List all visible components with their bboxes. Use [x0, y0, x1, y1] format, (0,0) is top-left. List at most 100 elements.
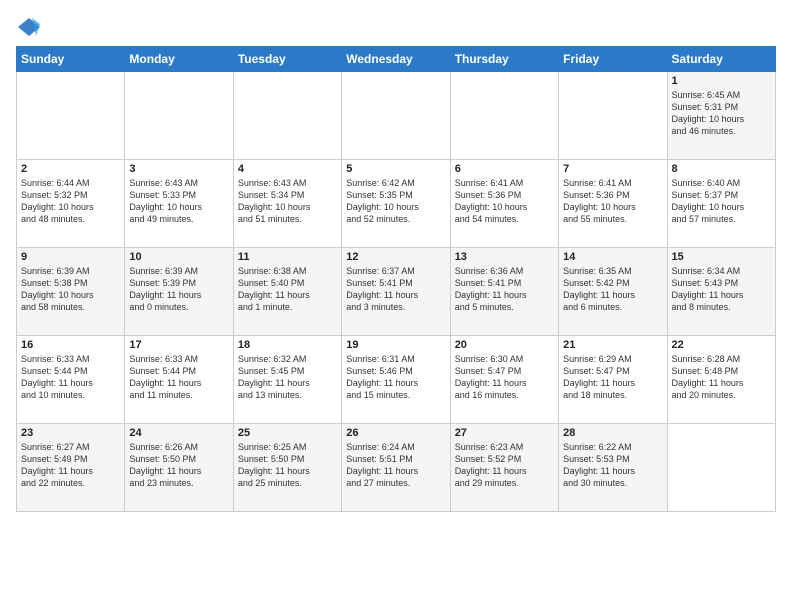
day-number: 26	[346, 427, 445, 439]
day-number: 19	[346, 339, 445, 351]
cell-content: Sunrise: 6:39 AM Sunset: 5:38 PM Dayligh…	[21, 265, 120, 314]
cell-content: Sunrise: 6:43 AM Sunset: 5:34 PM Dayligh…	[238, 177, 337, 226]
calendar-cell: 23 Sunrise: 6:27 AM Sunset: 5:49 PM Dayli…	[17, 424, 125, 512]
calendar-cell: 1 Sunrise: 6:45 AM Sunset: 5:31 PM Daylig…	[667, 72, 775, 160]
day-number: 7	[563, 163, 662, 175]
col-header-thursday: Thursday	[450, 47, 558, 72]
calendar-cell	[559, 72, 667, 160]
calendar-cell: 12 Sunrise: 6:37 AM Sunset: 5:41 PM Dayli…	[342, 248, 450, 336]
calendar-cell: 28 Sunrise: 6:22 AM Sunset: 5:53 PM Dayli…	[559, 424, 667, 512]
cell-content: Sunrise: 6:31 AM Sunset: 5:46 PM Dayligh…	[346, 353, 445, 402]
cell-content: Sunrise: 6:36 AM Sunset: 5:41 PM Dayligh…	[455, 265, 554, 314]
cell-content: Sunrise: 6:28 AM Sunset: 5:48 PM Dayligh…	[672, 353, 771, 402]
cell-content: Sunrise: 6:23 AM Sunset: 5:52 PM Dayligh…	[455, 441, 554, 490]
day-number: 9	[21, 251, 120, 263]
calendar-cell	[233, 72, 341, 160]
day-number: 3	[129, 163, 228, 175]
calendar-cell: 11 Sunrise: 6:38 AM Sunset: 5:40 PM Dayli…	[233, 248, 341, 336]
day-number: 4	[238, 163, 337, 175]
col-header-friday: Friday	[559, 47, 667, 72]
day-number: 23	[21, 427, 120, 439]
day-number: 28	[563, 427, 662, 439]
day-number: 13	[455, 251, 554, 263]
day-number: 25	[238, 427, 337, 439]
cell-content: Sunrise: 6:27 AM Sunset: 5:49 PM Dayligh…	[21, 441, 120, 490]
day-number: 8	[672, 163, 771, 175]
logo-icon	[18, 16, 40, 38]
calendar-cell: 15 Sunrise: 6:34 AM Sunset: 5:43 PM Dayli…	[667, 248, 775, 336]
calendar-cell: 21 Sunrise: 6:29 AM Sunset: 5:47 PM Dayli…	[559, 336, 667, 424]
cell-content: Sunrise: 6:42 AM Sunset: 5:35 PM Dayligh…	[346, 177, 445, 226]
calendar-cell: 9 Sunrise: 6:39 AM Sunset: 5:38 PM Daylig…	[17, 248, 125, 336]
day-number: 24	[129, 427, 228, 439]
cell-content: Sunrise: 6:29 AM Sunset: 5:47 PM Dayligh…	[563, 353, 662, 402]
calendar-cell	[667, 424, 775, 512]
col-header-wednesday: Wednesday	[342, 47, 450, 72]
day-number: 17	[129, 339, 228, 351]
day-number: 10	[129, 251, 228, 263]
calendar-header-row: SundayMondayTuesdayWednesdayThursdayFrid…	[17, 47, 776, 72]
calendar-cell: 18 Sunrise: 6:32 AM Sunset: 5:45 PM Dayli…	[233, 336, 341, 424]
day-number: 16	[21, 339, 120, 351]
cell-content: Sunrise: 6:32 AM Sunset: 5:45 PM Dayligh…	[238, 353, 337, 402]
cell-content: Sunrise: 6:30 AM Sunset: 5:47 PM Dayligh…	[455, 353, 554, 402]
cell-content: Sunrise: 6:35 AM Sunset: 5:42 PM Dayligh…	[563, 265, 662, 314]
cell-content: Sunrise: 6:24 AM Sunset: 5:51 PM Dayligh…	[346, 441, 445, 490]
day-number: 21	[563, 339, 662, 351]
col-header-saturday: Saturday	[667, 47, 775, 72]
page: SundayMondayTuesdayWednesdayThursdayFrid…	[0, 0, 792, 612]
day-number: 2	[21, 163, 120, 175]
calendar-cell: 17 Sunrise: 6:33 AM Sunset: 5:44 PM Dayli…	[125, 336, 233, 424]
calendar-cell: 14 Sunrise: 6:35 AM Sunset: 5:42 PM Dayli…	[559, 248, 667, 336]
cell-content: Sunrise: 6:44 AM Sunset: 5:32 PM Dayligh…	[21, 177, 120, 226]
day-number: 22	[672, 339, 771, 351]
calendar-cell: 2 Sunrise: 6:44 AM Sunset: 5:32 PM Daylig…	[17, 160, 125, 248]
col-header-tuesday: Tuesday	[233, 47, 341, 72]
cell-content: Sunrise: 6:43 AM Sunset: 5:33 PM Dayligh…	[129, 177, 228, 226]
calendar-cell: 4 Sunrise: 6:43 AM Sunset: 5:34 PM Daylig…	[233, 160, 341, 248]
calendar-cell	[342, 72, 450, 160]
day-number: 11	[238, 251, 337, 263]
week-row-3: 16 Sunrise: 6:33 AM Sunset: 5:44 PM Dayli…	[17, 336, 776, 424]
calendar-cell	[125, 72, 233, 160]
calendar-cell	[450, 72, 558, 160]
day-number: 5	[346, 163, 445, 175]
header	[16, 16, 776, 38]
week-row-1: 2 Sunrise: 6:44 AM Sunset: 5:32 PM Daylig…	[17, 160, 776, 248]
calendar-cell: 25 Sunrise: 6:25 AM Sunset: 5:50 PM Dayli…	[233, 424, 341, 512]
cell-content: Sunrise: 6:37 AM Sunset: 5:41 PM Dayligh…	[346, 265, 445, 314]
cell-content: Sunrise: 6:45 AM Sunset: 5:31 PM Dayligh…	[672, 89, 771, 138]
day-number: 20	[455, 339, 554, 351]
cell-content: Sunrise: 6:26 AM Sunset: 5:50 PM Dayligh…	[129, 441, 228, 490]
logo	[16, 16, 40, 38]
week-row-2: 9 Sunrise: 6:39 AM Sunset: 5:38 PM Daylig…	[17, 248, 776, 336]
calendar-cell: 20 Sunrise: 6:30 AM Sunset: 5:47 PM Dayli…	[450, 336, 558, 424]
day-number: 15	[672, 251, 771, 263]
cell-content: Sunrise: 6:38 AM Sunset: 5:40 PM Dayligh…	[238, 265, 337, 314]
day-number: 12	[346, 251, 445, 263]
calendar-cell: 3 Sunrise: 6:43 AM Sunset: 5:33 PM Daylig…	[125, 160, 233, 248]
calendar-cell: 27 Sunrise: 6:23 AM Sunset: 5:52 PM Dayli…	[450, 424, 558, 512]
cell-content: Sunrise: 6:41 AM Sunset: 5:36 PM Dayligh…	[455, 177, 554, 226]
calendar-cell: 22 Sunrise: 6:28 AM Sunset: 5:48 PM Dayli…	[667, 336, 775, 424]
calendar-cell: 7 Sunrise: 6:41 AM Sunset: 5:36 PM Daylig…	[559, 160, 667, 248]
calendar-cell: 5 Sunrise: 6:42 AM Sunset: 5:35 PM Daylig…	[342, 160, 450, 248]
day-number: 14	[563, 251, 662, 263]
cell-content: Sunrise: 6:22 AM Sunset: 5:53 PM Dayligh…	[563, 441, 662, 490]
calendar-cell: 24 Sunrise: 6:26 AM Sunset: 5:50 PM Dayli…	[125, 424, 233, 512]
day-number: 27	[455, 427, 554, 439]
cell-content: Sunrise: 6:40 AM Sunset: 5:37 PM Dayligh…	[672, 177, 771, 226]
day-number: 6	[455, 163, 554, 175]
cell-content: Sunrise: 6:25 AM Sunset: 5:50 PM Dayligh…	[238, 441, 337, 490]
calendar: SundayMondayTuesdayWednesdayThursdayFrid…	[16, 46, 776, 512]
calendar-cell: 8 Sunrise: 6:40 AM Sunset: 5:37 PM Daylig…	[667, 160, 775, 248]
cell-content: Sunrise: 6:33 AM Sunset: 5:44 PM Dayligh…	[129, 353, 228, 402]
cell-content: Sunrise: 6:34 AM Sunset: 5:43 PM Dayligh…	[672, 265, 771, 314]
week-row-0: 1 Sunrise: 6:45 AM Sunset: 5:31 PM Daylig…	[17, 72, 776, 160]
cell-content: Sunrise: 6:33 AM Sunset: 5:44 PM Dayligh…	[21, 353, 120, 402]
calendar-cell: 26 Sunrise: 6:24 AM Sunset: 5:51 PM Dayli…	[342, 424, 450, 512]
day-number: 18	[238, 339, 337, 351]
cell-content: Sunrise: 6:41 AM Sunset: 5:36 PM Dayligh…	[563, 177, 662, 226]
calendar-cell: 19 Sunrise: 6:31 AM Sunset: 5:46 PM Dayli…	[342, 336, 450, 424]
day-number: 1	[672, 75, 771, 87]
